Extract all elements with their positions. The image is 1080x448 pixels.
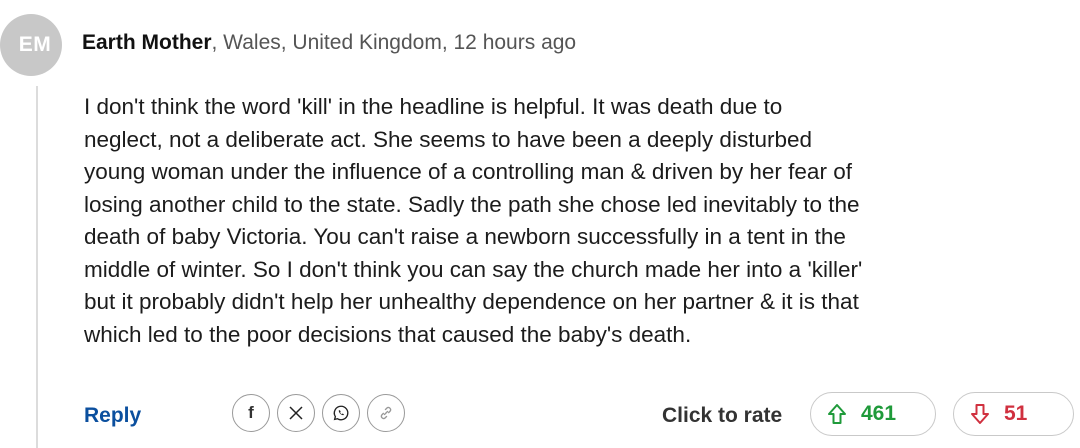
upvote-count: 461 [861,402,897,425]
whatsapp-icon [333,405,349,421]
comment-line: young woman under the influence of a con… [84,159,852,184]
link-icon [380,406,392,420]
downvote-count: 51 [1004,402,1028,425]
x-share-button[interactable] [277,394,315,432]
comment-line: death of baby Victoria. You can't raise … [84,224,846,249]
arrow-down-icon [971,404,989,424]
facebook-share-button[interactable]: f [232,394,270,432]
comment-line: which led to the poor decisions that cau… [84,321,692,347]
upvote-button[interactable]: 461 [810,392,936,436]
comment-line: but it probably didn't help her unhealth… [84,289,859,314]
rate-label: Click to rate [662,404,783,427]
comment-body: I don't think the word 'kill' in the hea… [84,91,1064,351]
copy-link-button[interactable] [367,394,405,432]
whatsapp-share-button[interactable] [322,394,360,432]
comment-meta: Earth Mother, Wales, United Kingdom, 12 … [82,30,576,56]
thread-line [36,86,38,448]
share-buttons: f [232,394,405,432]
arrow-up-icon [828,404,846,424]
comment-line: middle of winter. So I don't think you c… [84,256,863,282]
facebook-icon: f [248,403,254,422]
reply-button[interactable]: Reply [84,404,141,428]
author-name[interactable]: Earth Mother [82,31,212,54]
avatar-initials: EM [18,33,52,56]
avatar[interactable]: EM [0,14,62,76]
author-location-time: , Wales, United Kingdom, 12 hours ago [211,31,577,54]
x-icon [289,406,303,420]
comment-line: I don't think the word 'kill' in the hea… [84,94,783,119]
comment-line: losing another child to the state. Sadly… [84,191,860,217]
comment-line: neglect, not a deliberate act. She seems… [84,126,812,152]
comment: EM Earth Mother, Wales, United Kingdom, … [0,0,1080,448]
downvote-button[interactable]: 51 [953,392,1074,436]
